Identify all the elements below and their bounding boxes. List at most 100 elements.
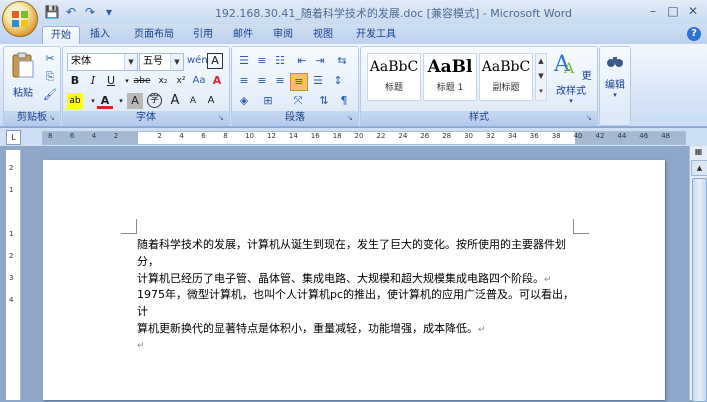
styles-launcher-icon[interactable]: ↘: [586, 114, 595, 123]
font-color-icon[interactable]: A: [97, 93, 113, 109]
paste-label: 粘贴: [13, 88, 33, 99]
scroll-thumb[interactable]: [692, 178, 707, 402]
style-heading-1[interactable]: AaBl 标题 1: [423, 53, 477, 101]
highlight-icon[interactable]: ab: [67, 93, 83, 109]
increase-indent-icon[interactable]: ⇥: [312, 53, 328, 69]
paragraph-mark-icon[interactable]: ¶: [336, 93, 352, 109]
scroll-up-button[interactable]: ▲: [691, 160, 707, 176]
close-button[interactable]: ✕: [683, 2, 703, 20]
title-bar: 💾 ↶ ↷ ▾ 192.168.30.41_随着科学技术的发展.doc [兼容模…: [0, 0, 707, 24]
paste-icon: [12, 52, 34, 78]
font-group: 宋体 ▼ 五号 ▼ wén A B I U ▾ abe x₂ x² Aa A a…: [62, 46, 230, 126]
cut-icon[interactable]: ✂: [42, 51, 58, 67]
tab-view[interactable]: 视图: [308, 26, 338, 44]
vertical-ruler-number: 1: [9, 230, 14, 238]
change-styles-button[interactable]: A A 更改样式 ▾: [549, 49, 593, 105]
justify-icon[interactable]: ≡: [290, 73, 308, 91]
bullets-icon[interactable]: ☰: [236, 53, 252, 69]
save-icon[interactable]: 💾: [44, 4, 60, 20]
font-launcher-icon[interactable]: ↘: [218, 114, 227, 123]
character-shading-icon[interactable]: A: [127, 93, 143, 109]
tab-home[interactable]: 开始: [42, 26, 80, 45]
editing-button[interactable]: 编辑 ▾: [601, 51, 629, 99]
format-painter-icon[interactable]: 🖌: [42, 87, 58, 103]
document-paragraph-3[interactable]: ↵: [137, 336, 577, 355]
shading-icon[interactable]: ◈: [236, 93, 252, 109]
clear-formatting-icon[interactable]: A: [209, 73, 225, 89]
tab-page-layout[interactable]: 页面布局: [126, 26, 182, 44]
align-right-icon[interactable]: ≡: [272, 73, 288, 89]
phonetic-guide-icon[interactable]: wén: [187, 53, 208, 69]
customize-qat-icon[interactable]: ▾: [101, 4, 117, 20]
document-paragraph-1[interactable]: 随着科学技术的发展，计算机从诞生到现在，发生了巨大的变化。按所使用的主要器件划分…: [137, 236, 577, 289]
borders-icon[interactable]: ⊞: [260, 93, 276, 109]
underline-button[interactable]: U: [103, 73, 119, 89]
chinese-layout-icon[interactable]: ⇆: [334, 53, 350, 69]
decrease-indent-icon[interactable]: ⇤: [294, 53, 310, 69]
office-button[interactable]: [2, 1, 38, 37]
vertical-ruler-number: 2: [9, 252, 14, 260]
paste-button[interactable]: 粘贴: [8, 51, 38, 99]
paragraph-launcher-icon[interactable]: ↘: [347, 114, 356, 123]
chevron-down-icon[interactable]: ▼: [170, 54, 183, 70]
ruler-number: 42: [595, 132, 605, 140]
chevron-down-icon[interactable]: ▼: [124, 54, 137, 70]
font-name-combo[interactable]: 宋体 ▼: [67, 53, 138, 71]
window-title: 192.168.30.41_随着科学技术的发展.doc [兼容模式] - Mic…: [214, 7, 573, 20]
ribbon: 粘贴 ✂ ⎘ 🖌 剪贴板 ↘ 宋体 ▼ 五号 ▼ wén A B I U ▾ a…: [0, 44, 707, 127]
strikethrough-button[interactable]: abe: [131, 73, 153, 89]
tab-mailings[interactable]: 邮件: [228, 26, 258, 44]
office-logo-icon: [12, 11, 28, 27]
vertical-ruler-number: 3: [9, 274, 14, 282]
ruler-number: 6: [201, 132, 206, 140]
multilevel-list-icon[interactable]: ☷: [272, 53, 288, 69]
ruler-number: 2: [113, 132, 119, 140]
tab-review[interactable]: 审阅: [268, 26, 298, 44]
align-center-icon[interactable]: ≡: [254, 73, 270, 89]
ruler-number: 28: [442, 132, 452, 140]
show-hide-marks-icon[interactable]: ⤧: [290, 93, 306, 109]
style-name: 副标题: [492, 83, 520, 93]
style-sample: AaBl: [427, 57, 473, 77]
document-paragraph-2[interactable]: 1975年，微型计算机，也叫个人计算机pc的推出，使计算机的应用广泛普及。可以看…: [137, 286, 577, 339]
ruler-number: 24: [398, 132, 408, 140]
superscript-button[interactable]: x²: [173, 73, 189, 89]
clipboard-launcher-icon[interactable]: ↘: [49, 114, 58, 123]
style-title[interactable]: AaBbC 标题: [367, 53, 421, 101]
styles-scroll[interactable]: ▲ ▼ ▾: [535, 53, 547, 101]
bold-button[interactable]: B: [67, 73, 83, 89]
grow-font-icon[interactable]: A: [167, 93, 183, 109]
ruler-number: 10: [245, 132, 255, 140]
undo-icon[interactable]: ↶: [63, 4, 79, 20]
copy-icon[interactable]: ⎘: [42, 69, 58, 85]
ruler-number: 4: [91, 132, 97, 140]
enclose-characters-icon[interactable]: 字: [147, 93, 162, 108]
text-line: 计算机已经历了电子管、晶体管、集成电路、大规模和超大规模集成电路四个阶段。: [137, 272, 544, 285]
ruler-number: 32: [486, 132, 495, 140]
style-subtitle[interactable]: AaBbC 副标题: [479, 53, 533, 101]
font-size-combo[interactable]: 五号 ▼: [139, 53, 184, 71]
tab-insert[interactable]: 插入: [82, 26, 118, 44]
tab-selector-button[interactable]: L: [6, 130, 21, 145]
view-ruler-icon[interactable]: ▦: [692, 146, 705, 158]
styles-group-label: 样式: [361, 111, 597, 125]
subscript-button[interactable]: x₂: [155, 73, 171, 89]
maximize-button[interactable]: □: [663, 2, 683, 20]
align-left-icon[interactable]: ≡: [236, 73, 252, 89]
shrink-font-icon[interactable]: A: [185, 93, 201, 109]
change-case-icon[interactable]: Aa: [191, 73, 207, 89]
character-border-icon[interactable]: A: [207, 53, 223, 69]
character-spacing-icon[interactable]: A: [203, 93, 219, 109]
redo-icon[interactable]: ↷: [82, 4, 98, 20]
sort-icon[interactable]: ⇅: [316, 93, 332, 109]
tab-references[interactable]: 引用: [188, 26, 218, 44]
tab-developer[interactable]: 开发工具: [348, 26, 404, 44]
italic-button[interactable]: I: [85, 73, 101, 89]
line-spacing-icon[interactable]: ↕: [330, 73, 346, 89]
vertical-scrollbar[interactable]: ▦ ▲: [689, 146, 707, 402]
help-icon[interactable]: ?: [687, 27, 701, 41]
distributed-icon[interactable]: ☰: [310, 73, 326, 89]
minimize-button[interactable]: –: [643, 2, 663, 20]
horizontal-ruler[interactable]: [42, 131, 686, 145]
numbering-icon[interactable]: ≡: [254, 53, 270, 69]
